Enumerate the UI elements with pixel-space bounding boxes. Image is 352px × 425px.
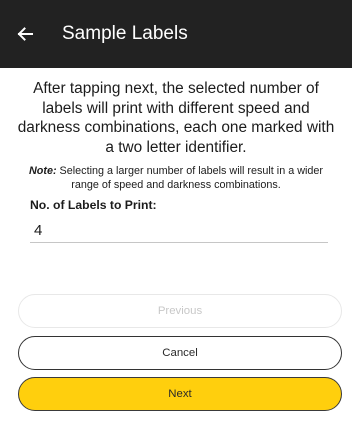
arrow-left-icon <box>15 24 35 44</box>
note-text: Note: Selecting a larger number of label… <box>14 164 338 192</box>
back-button[interactable] <box>8 17 42 51</box>
note-label: Note: <box>28 165 57 177</box>
labels-count-label: No. of Labels to Print: <box>30 198 157 212</box>
instructions-text: After tapping next, the selected number … <box>17 80 335 156</box>
labels-count-input[interactable] <box>30 219 328 243</box>
cancel-button[interactable]: Cancel <box>18 336 342 370</box>
note-body: Selecting a larger number of labels will… <box>56 165 324 191</box>
page-title: Sample Labels <box>62 23 188 44</box>
app-bar: Sample Labels <box>0 0 352 68</box>
next-button[interactable]: Next <box>18 377 342 411</box>
previous-button[interactable]: Previous <box>18 294 342 328</box>
